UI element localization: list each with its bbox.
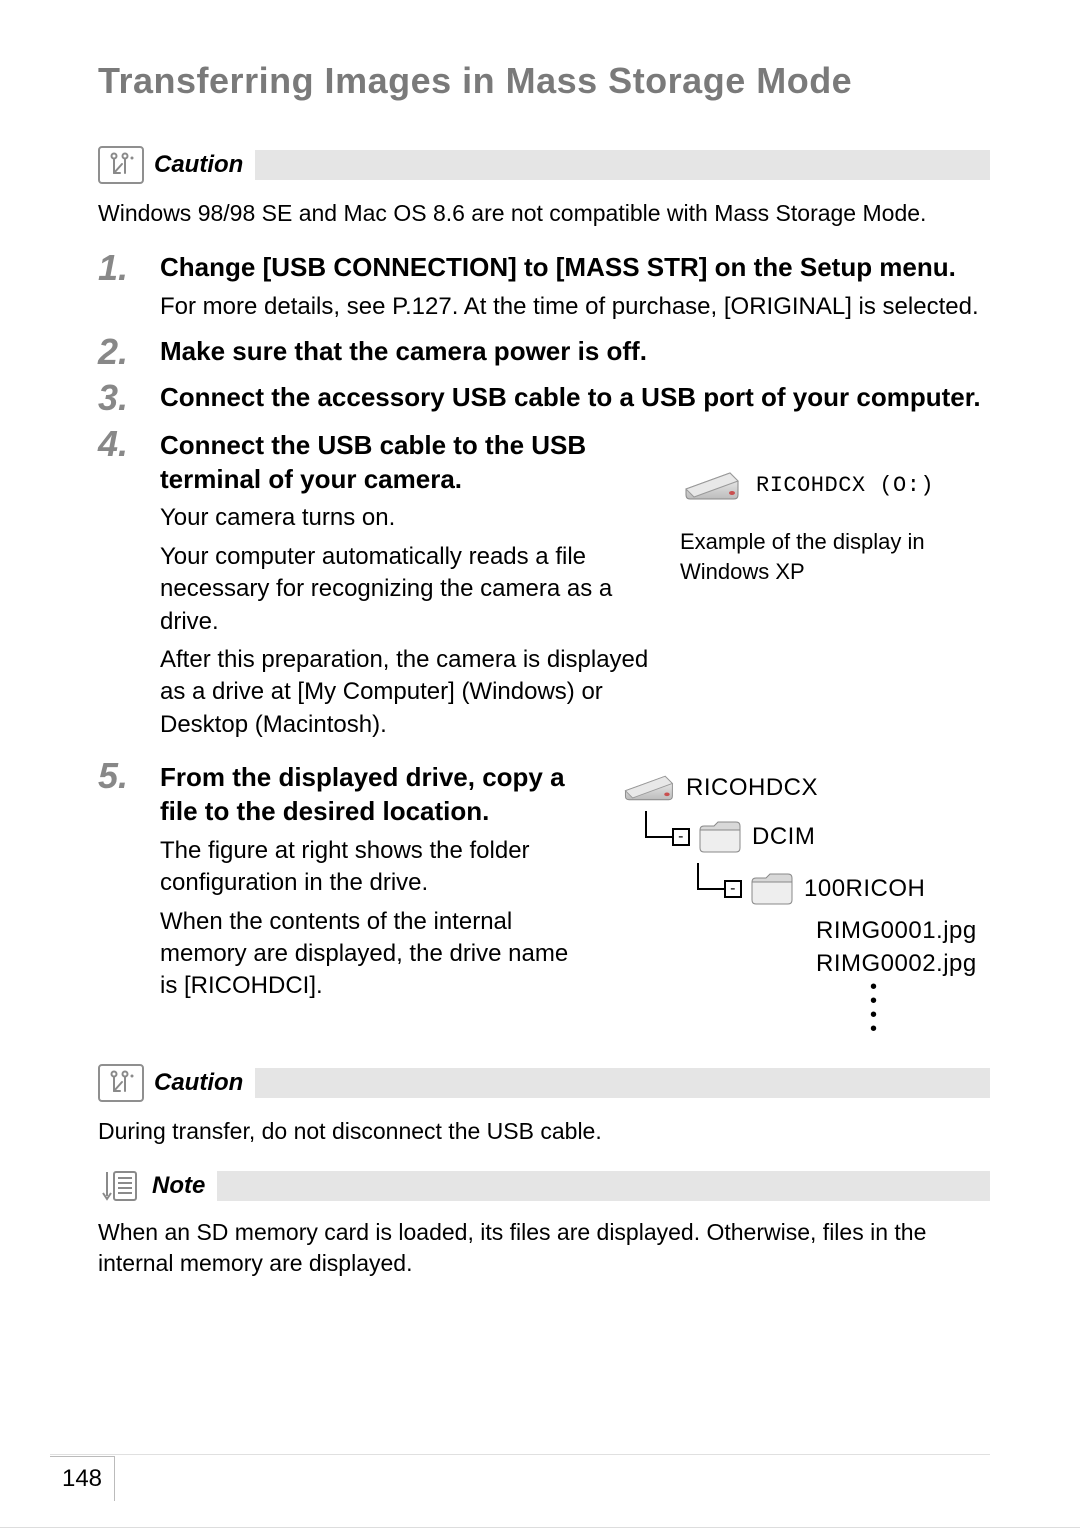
manual-page: Transferring Images in Mass Storage Mode… <box>0 0 1080 1528</box>
folder-tree-figure: RICOHDCX - <box>620 759 990 1036</box>
step-1-head: Change [USB CONNECTION] to [MASS STR] on… <box>160 251 990 285</box>
step-5-body1: The figure at right shows the folder con… <box>160 835 590 900</box>
note-bar: Note <box>98 1169 990 1203</box>
step-3: Connect the accessory USB cable to a USB… <box>98 381 990 415</box>
step-4: Connect the USB cable to the USB termina… <box>98 427 990 747</box>
step-1-body: For more details, see P.127. At the time… <box>160 291 990 323</box>
caution-bar-2: Caution <box>98 1064 990 1102</box>
step-5-head: From the displayed drive, copy a file to… <box>160 761 590 829</box>
tree-file-1: RIMG0001.jpg <box>816 915 990 947</box>
tree-toggle-icon: - <box>672 828 690 846</box>
caution-2-text: During transfer, do not disconnect the U… <box>98 1116 990 1147</box>
tree-l2-label: 100RICOH <box>804 875 925 903</box>
step-5-body2: When the contents of the internal memory… <box>160 906 590 1003</box>
tree-l1-label: DCIM <box>752 823 815 851</box>
caution-shade <box>255 1068 990 1098</box>
step-5: From the displayed drive, copy a file to… <box>98 759 990 1036</box>
step-1: Change [USB CONNECTION] to [MASS STR] on… <box>98 251 990 323</box>
step-4-body2: Your computer automatically reads a file… <box>160 541 650 638</box>
step-4-caption: Example of the display in Windows XP <box>680 527 990 586</box>
step-4-figure: RICOHDCX (O:) Example of the display in … <box>680 427 990 747</box>
step-3-head: Connect the accessory USB cable to a USB… <box>160 381 990 415</box>
caution-1-text: Windows 98/98 SE and Mac OS 8.6 are not … <box>98 198 990 229</box>
folder-icon <box>750 872 794 906</box>
ellipsis-icon: •••• <box>870 980 990 1036</box>
caution-label: Caution <box>154 151 243 179</box>
step-4-head: Connect the USB cable to the USB termina… <box>160 429 650 497</box>
page-title: Transferring Images in Mass Storage Mode <box>98 60 990 102</box>
steps-list: Change [USB CONNECTION] to [MASS STR] on… <box>98 251 990 1036</box>
caution-2-label: Caution <box>154 1069 243 1097</box>
drive-icon <box>620 770 676 806</box>
folder-icon <box>698 820 742 854</box>
drive-icon <box>680 467 742 505</box>
caution-icon <box>98 146 144 184</box>
tree-file-2: RIMG0002.jpg <box>816 948 990 980</box>
step-4-body3: After this preparation, the camera is di… <box>160 644 650 741</box>
tree-toggle-icon: - <box>724 880 742 898</box>
caution-icon <box>98 1064 144 1102</box>
caution-bar-1: Caution <box>98 146 990 184</box>
page-number: 148 <box>50 1456 115 1501</box>
note-icon <box>98 1169 142 1203</box>
drive-label: RICOHDCX (O:) <box>756 473 934 498</box>
step-2: Make sure that the camera power is off. <box>98 335 990 369</box>
caution-shade <box>255 150 990 180</box>
note-text: When an SD memory card is loaded, its fi… <box>98 1217 990 1279</box>
note-label: Note <box>152 1172 205 1200</box>
step-4-body1: Your camera turns on. <box>160 502 650 534</box>
step-2-head: Make sure that the camera power is off. <box>160 335 990 369</box>
note-shade <box>217 1171 990 1201</box>
tree-root-label: RICOHDCX <box>686 774 818 802</box>
